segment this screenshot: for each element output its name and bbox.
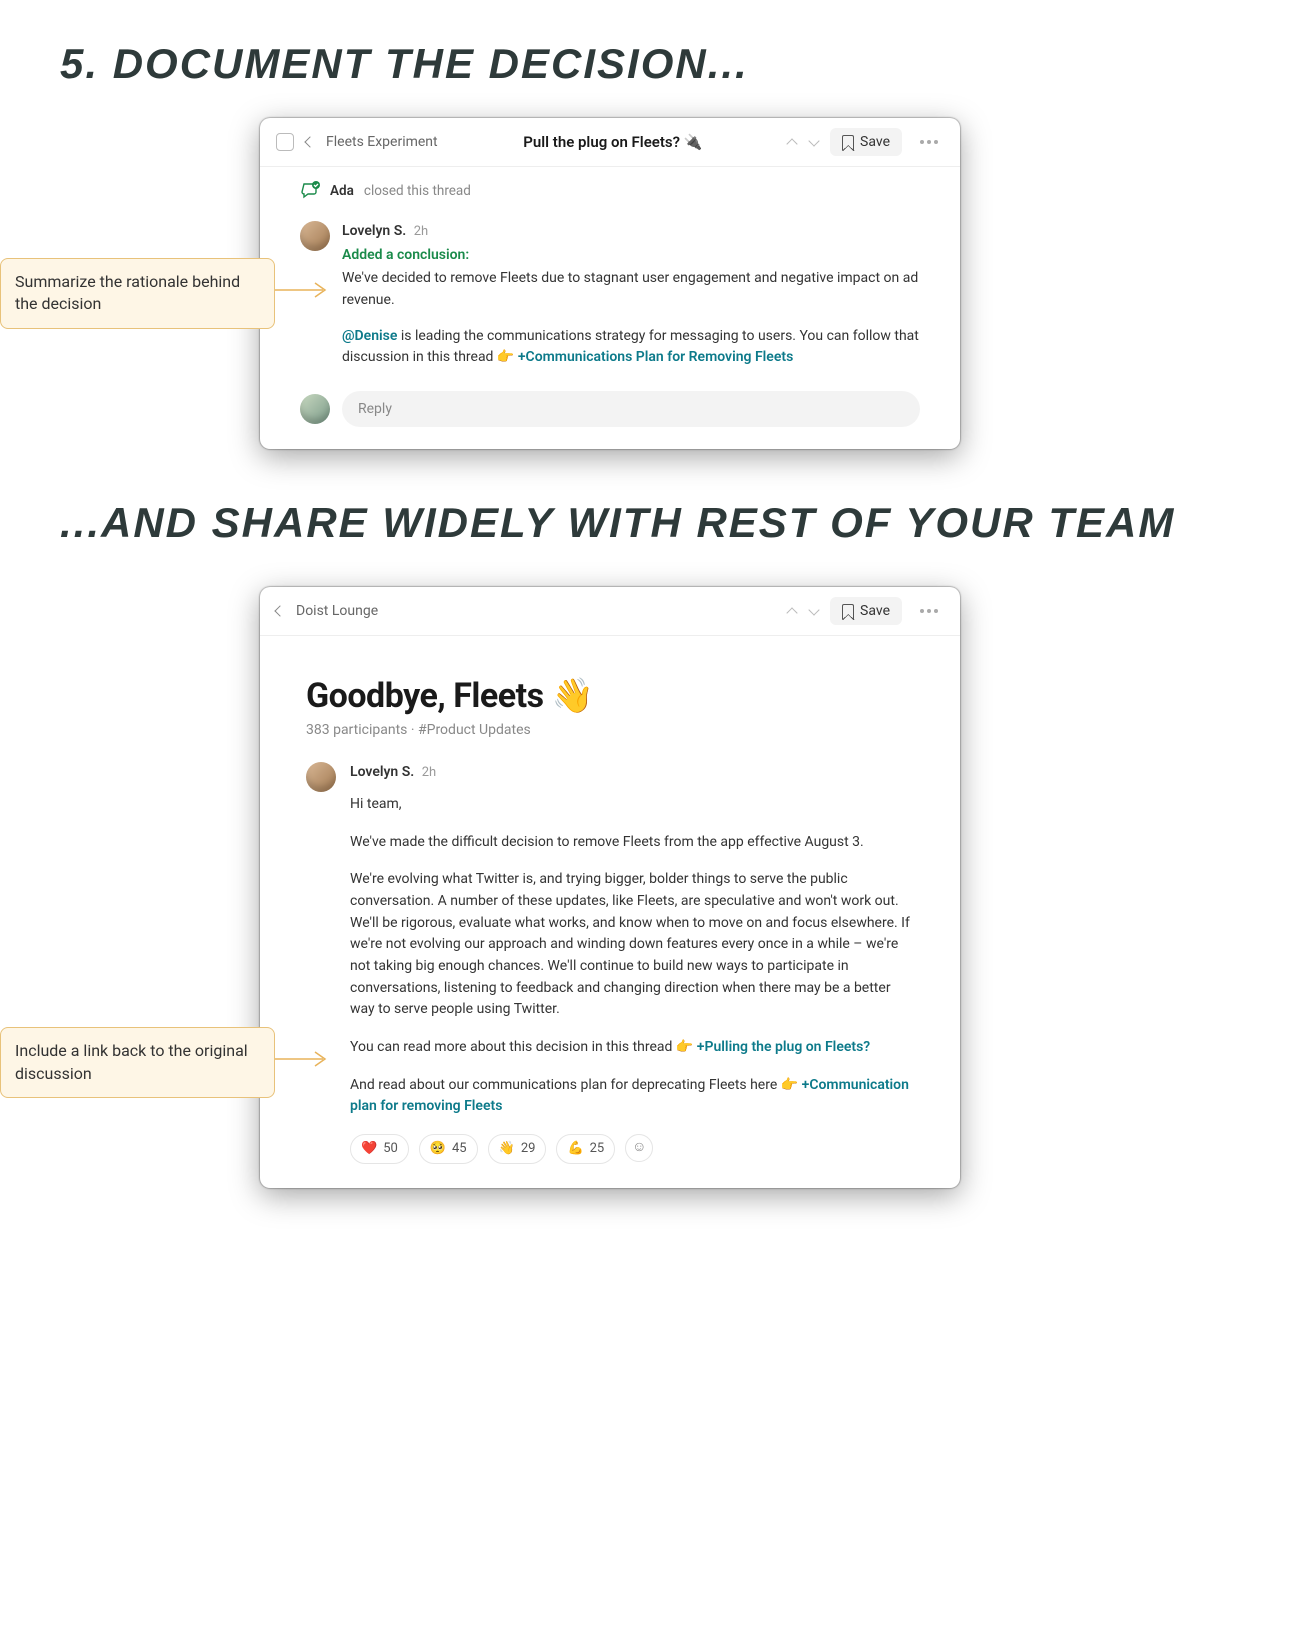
post-time: 2h <box>422 765 436 780</box>
prev-thread-icon[interactable] <box>786 607 797 618</box>
reply-input[interactable]: Reply <box>342 391 920 427</box>
reaction-emoji: 💪 <box>567 1139 583 1159</box>
reaction-heart[interactable]: ❤️ 50 <box>350 1134 409 1164</box>
post-time: 2h <box>414 224 428 239</box>
reactions-bar: ❤️ 50 🥺 45 👋 29 💪 25 <box>350 1134 914 1164</box>
thread-link-comms-plan[interactable]: +Communications Plan for Removing Fleets <box>518 349 793 365</box>
thread-link-pulling-plug[interactable]: +Pulling the plug on Fleets? <box>697 1039 870 1055</box>
reaction-count: 29 <box>521 1139 536 1159</box>
conclusion-para-2: @Denise is leading the communications st… <box>342 326 920 369</box>
thread-card-2: Doist Lounge Save Goodbye, Fleets 👋 383 … <box>260 587 960 1188</box>
thread-title: Pull the plug on Fleets? 🔌 <box>450 133 776 151</box>
reaction-count: 25 <box>590 1139 605 1159</box>
conclusion-label: Added a conclusion: <box>342 245 920 267</box>
channel-tag[interactable]: #Product Updates <box>418 722 531 738</box>
section-heading-2: ...and share widely with rest of your te… <box>60 499 1308 547</box>
section-heading-1: 5. Document the decision... <box>60 40 1308 88</box>
prev-thread-icon[interactable] <box>786 138 797 149</box>
reaction-emoji: 🥺 <box>430 1139 446 1159</box>
avatar[interactable] <box>306 762 336 792</box>
body-para-3: We're evolving what Twitter is, and tryi… <box>350 869 914 1021</box>
mention-denise[interactable]: @Denise <box>342 328 397 344</box>
next-thread-icon[interactable] <box>808 135 819 146</box>
breadcrumb[interactable]: Doist Lounge <box>296 603 378 619</box>
arrow-icon <box>275 278 335 308</box>
closed-by-name: Ada <box>330 183 354 199</box>
closed-text: closed this thread <box>364 183 471 199</box>
save-label: Save <box>860 134 890 150</box>
reaction-sad[interactable]: 🥺 45 <box>419 1134 478 1164</box>
back-icon[interactable] <box>304 136 315 147</box>
add-reaction-button[interactable]: ☺︎ <box>625 1134 653 1162</box>
reaction-wave[interactable]: 👋 29 <box>488 1134 547 1164</box>
reaction-count: 50 <box>383 1139 398 1159</box>
next-thread-icon[interactable] <box>808 604 819 615</box>
body-para-5: And read about our communications plan f… <box>350 1075 914 1118</box>
breadcrumb[interactable]: Fleets Experiment <box>326 134 438 150</box>
callout-summarize: Summarize the rationale behind the decis… <box>0 258 275 329</box>
reaction-emoji: ❤️ <box>361 1139 377 1159</box>
body-para-1: Hi team, <box>350 794 914 816</box>
select-checkbox[interactable] <box>276 133 294 151</box>
bookmark-icon <box>842 604 854 619</box>
conclusion-post: Lovelyn S. 2h Added a conclusion: We've … <box>260 207 960 379</box>
closed-thread-row: Ada closed this thread <box>260 167 960 207</box>
row-card-1: Summarize the rationale behind the decis… <box>0 118 1308 449</box>
nav-arrows <box>788 137 818 148</box>
closed-thread-icon <box>300 181 320 201</box>
more-menu-button[interactable] <box>914 134 944 150</box>
post-author[interactable]: Lovelyn S. <box>342 223 406 239</box>
post-author[interactable]: Lovelyn S. <box>350 764 414 780</box>
body-para-4: You can read more about this decision in… <box>350 1037 914 1059</box>
row-card-2: Include a link back to the original disc… <box>0 587 1308 1188</box>
save-button[interactable]: Save <box>830 597 902 625</box>
reply-row: Reply <box>260 379 960 449</box>
reaction-emoji: 👋 <box>499 1139 515 1159</box>
nav-arrows <box>788 606 818 617</box>
post-meta: 383 participants · #Product Updates <box>306 722 914 738</box>
save-button[interactable]: Save <box>830 128 902 156</box>
card-header: Fleets Experiment Pull the plug on Fleet… <box>260 118 960 167</box>
callout-link-back: Include a link back to the original disc… <box>0 1027 275 1098</box>
post-title: Goodbye, Fleets 👋 <box>306 676 914 716</box>
current-user-avatar[interactable] <box>300 394 330 424</box>
arrow-icon <box>275 1047 335 1077</box>
reaction-count: 45 <box>452 1139 467 1159</box>
reaction-flex[interactable]: 💪 25 <box>556 1134 615 1164</box>
avatar[interactable] <box>300 221 330 251</box>
save-label: Save <box>860 603 890 619</box>
thread-card-1: Fleets Experiment Pull the plug on Fleet… <box>260 118 960 449</box>
more-menu-button[interactable] <box>914 603 944 619</box>
body-para-2: We've made the difficult decision to rem… <box>350 832 914 854</box>
conclusion-para-1: We've decided to remove Fleets due to st… <box>342 268 920 311</box>
back-icon[interactable] <box>274 605 285 616</box>
card-header: Doist Lounge Save <box>260 587 960 636</box>
bookmark-icon <box>842 135 854 150</box>
announcement-post: Lovelyn S. 2h Hi team, We've made the di… <box>306 762 914 1164</box>
participants-count[interactable]: 383 participants <box>306 722 407 738</box>
